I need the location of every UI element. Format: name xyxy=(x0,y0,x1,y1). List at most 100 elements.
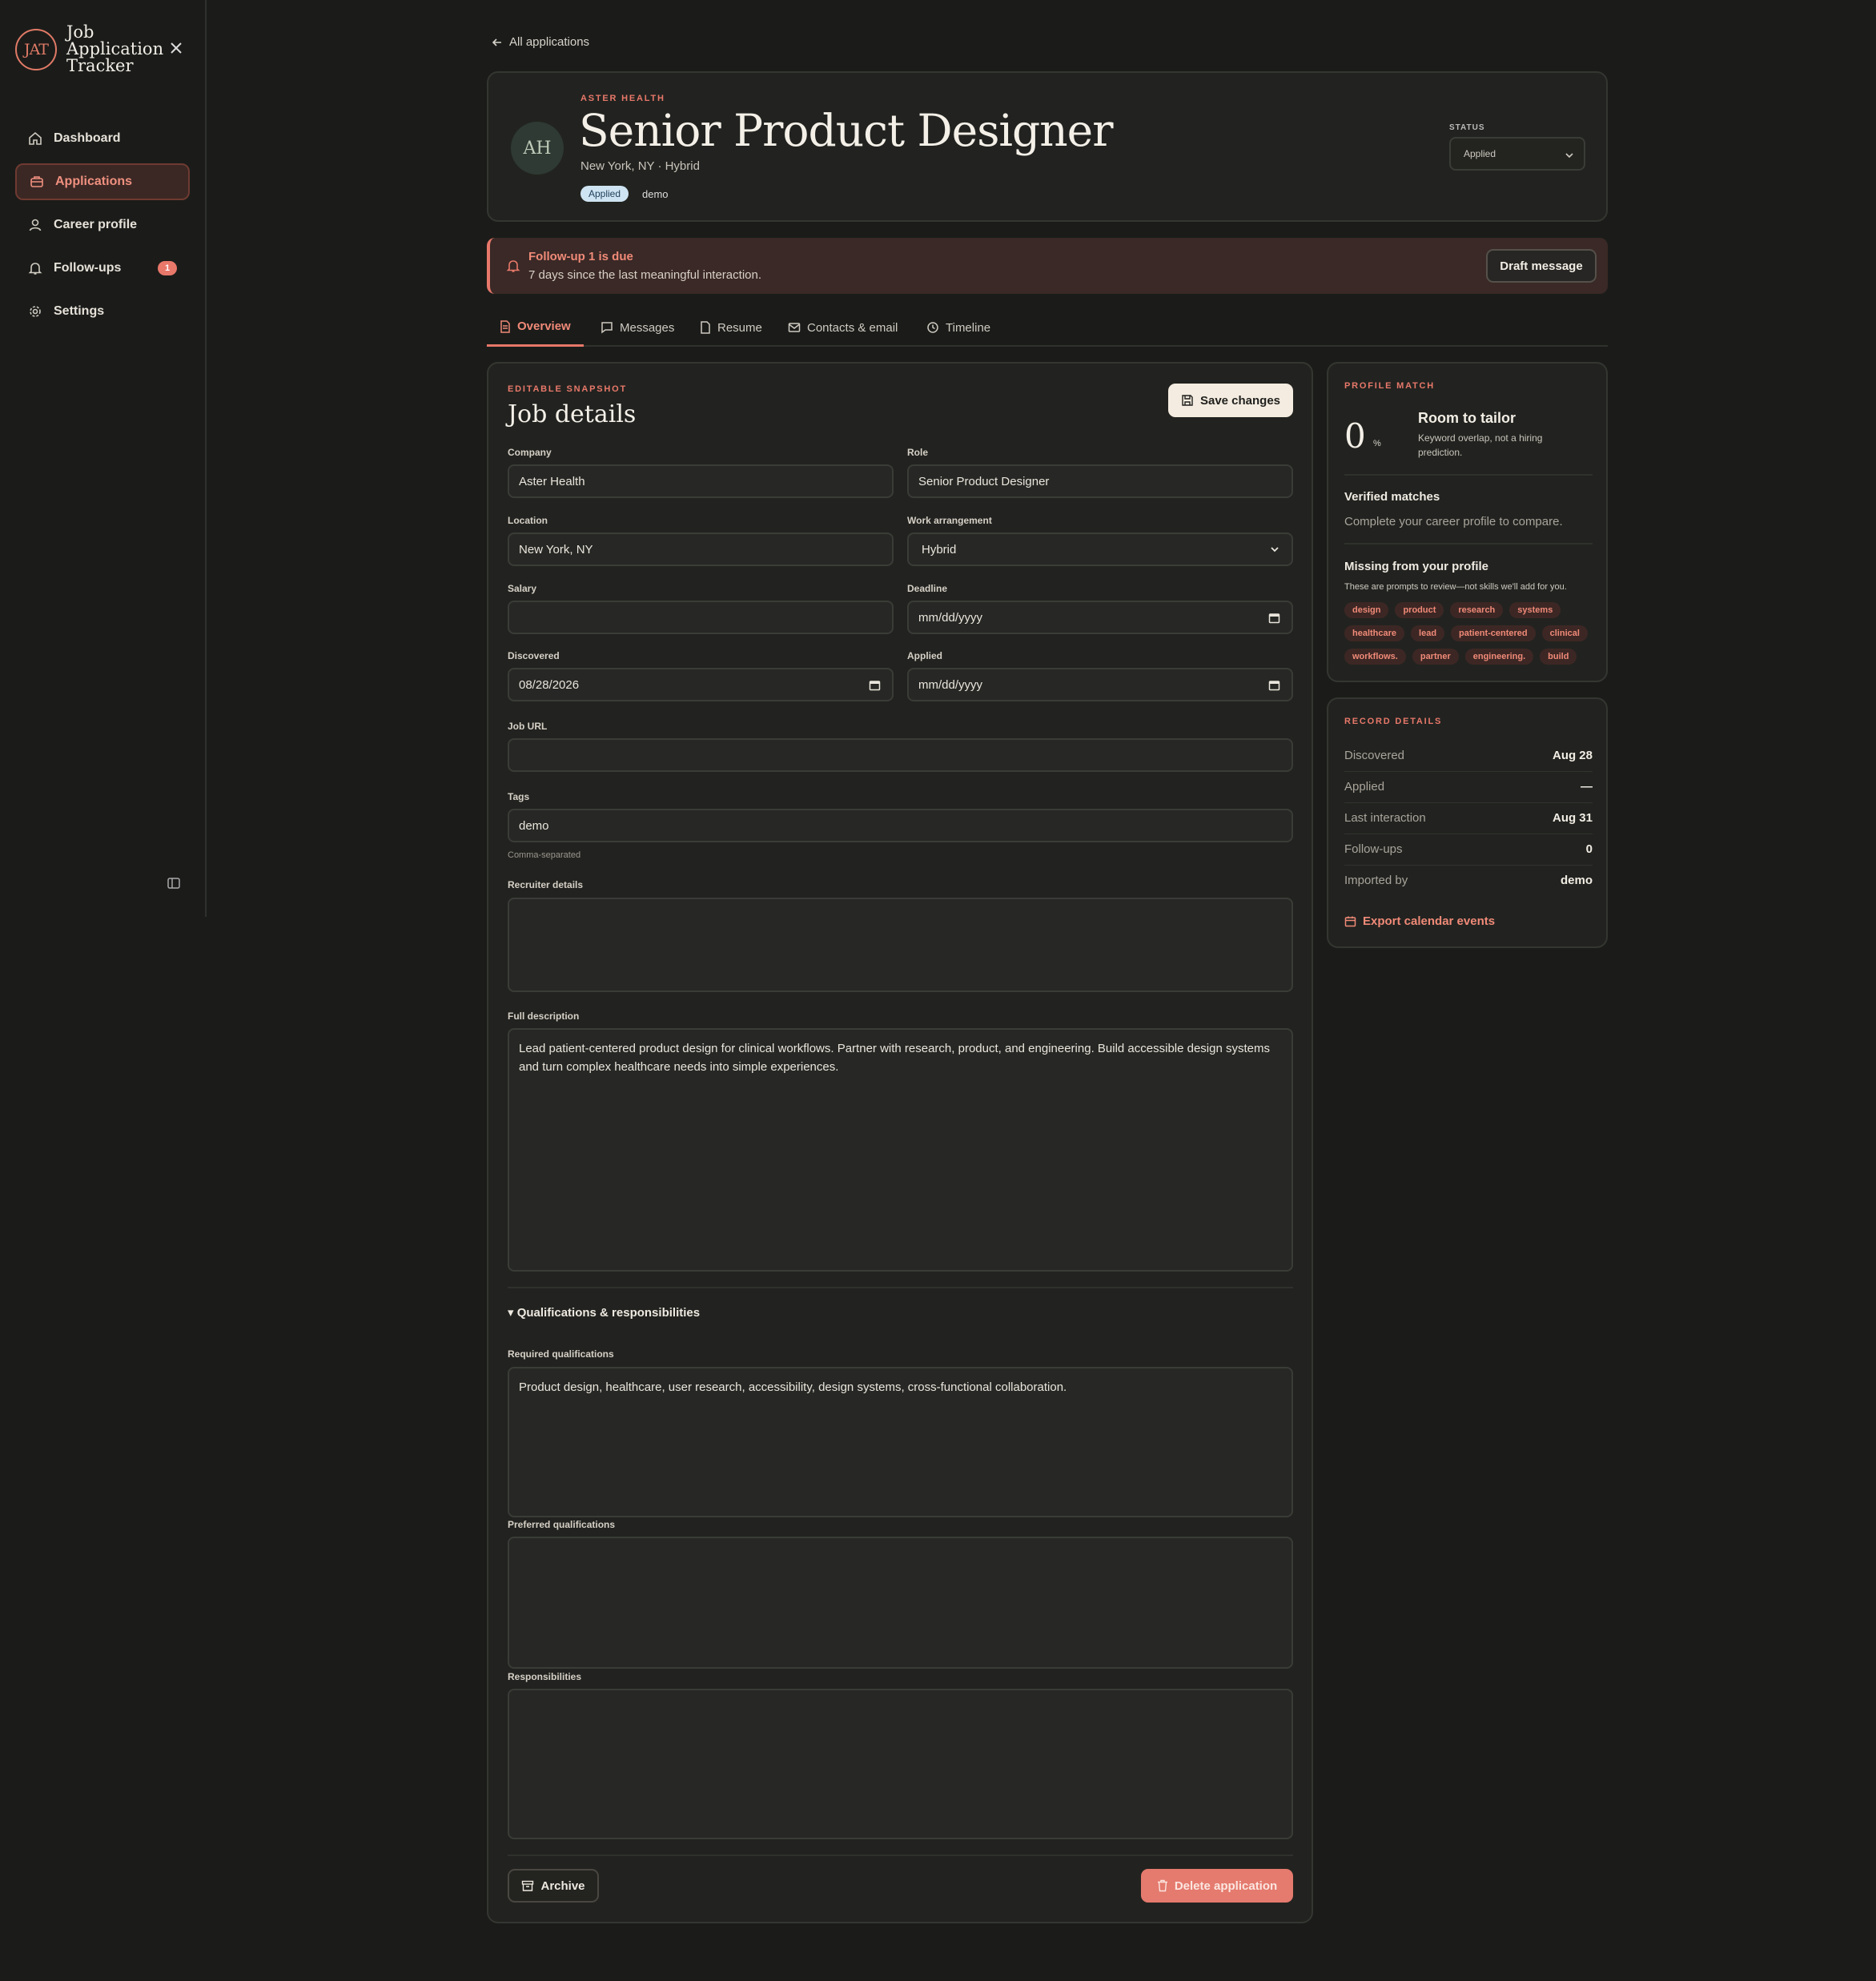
follow-up-alert: Follow-up 1 is due 7 days since the last… xyxy=(487,238,1608,294)
profile-match-eyebrow: PROFILE MATCH xyxy=(1344,381,1436,391)
sidebar-item-settings[interactable]: Settings xyxy=(15,293,190,330)
archive-icon xyxy=(522,1880,534,1891)
discovered-field[interactable]: 08/28/2026 xyxy=(508,668,894,701)
page-title: Senior Product Designer xyxy=(579,105,1113,156)
delete-application-button[interactable]: Delete application xyxy=(1141,1869,1293,1903)
record-row-discovered: Discovered Aug 28 xyxy=(1344,741,1593,772)
sidebar: JAT Job Application Tracker Dashboard Ap… xyxy=(0,0,207,917)
location-label: Location xyxy=(508,515,548,526)
calendar-icon[interactable] xyxy=(869,679,881,691)
collapse-sidebar-button[interactable] xyxy=(167,876,181,890)
chevron-down-icon xyxy=(1565,153,1573,159)
record-row-applied: Applied — xyxy=(1344,772,1593,803)
tab-resume[interactable]: Resume xyxy=(700,308,762,347)
location-field[interactable]: New York, NY xyxy=(508,532,894,566)
record-key: Imported by xyxy=(1344,874,1408,887)
sidebar-item-label: Applications xyxy=(55,175,133,188)
deadline-field[interactable]: mm/dd/yyyy xyxy=(907,601,1293,634)
record-row-imported-by: Imported by demo xyxy=(1344,866,1593,897)
alert-subtitle: 7 days since the last meaningful interac… xyxy=(528,268,761,282)
tab-messages[interactable]: Messages xyxy=(601,308,674,347)
match-score-unit: % xyxy=(1373,439,1381,448)
missing-keyword-chips: design product research systems healthca… xyxy=(1344,602,1601,672)
tab-label: Timeline xyxy=(946,320,991,335)
brand[interactable]: JAT Job Application Tracker xyxy=(15,24,163,74)
status-select-label: STATUS xyxy=(1449,123,1485,132)
calendar-icon[interactable] xyxy=(1268,612,1280,624)
qualifications-toggle[interactable]: ▾ Qualifications & responsibilities xyxy=(508,1305,700,1320)
delete-label: Delete application xyxy=(1174,1879,1278,1893)
tag-label: demo xyxy=(642,188,669,200)
applied-field[interactable]: mm/dd/yyyy xyxy=(907,668,1293,701)
document-icon xyxy=(500,319,510,333)
tags-field[interactable]: demo xyxy=(508,809,1293,842)
sidebar-item-follow-ups[interactable]: Follow-ups 1 xyxy=(15,250,190,287)
keyword-chip: engineering. xyxy=(1464,649,1534,665)
divider xyxy=(1344,543,1593,544)
recruiter-label: Recruiter details xyxy=(508,879,584,890)
close-sidebar-button[interactable] xyxy=(168,40,184,56)
job-url-label: Job URL xyxy=(508,721,548,732)
full-description-textarea[interactable]: Lead patient-centered product design for… xyxy=(508,1028,1293,1272)
back-to-applications-link[interactable]: All applications xyxy=(492,35,589,49)
responsibilities-textarea[interactable] xyxy=(508,1689,1293,1839)
record-value: — xyxy=(1581,780,1593,794)
user-icon xyxy=(29,219,42,231)
keyword-chip: workflows. xyxy=(1344,649,1406,665)
divider xyxy=(508,1854,1293,1856)
work-arrangement-select[interactable]: Hybrid xyxy=(907,532,1293,566)
job-url-field[interactable] xyxy=(508,738,1293,772)
save-button-label: Save changes xyxy=(1199,393,1281,408)
sidebar-item-label: Follow-ups xyxy=(54,261,122,275)
status-select-value: Applied xyxy=(1464,148,1496,159)
tab-label: Overview xyxy=(517,319,571,333)
keyword-chip: healthcare xyxy=(1344,625,1405,641)
tab-contacts-email[interactable]: Contacts & email xyxy=(788,308,898,347)
draft-message-button[interactable]: Draft message xyxy=(1486,249,1597,283)
divider xyxy=(1344,474,1593,476)
export-calendar-events-link[interactable]: Export calendar events xyxy=(1344,914,1495,928)
company-field[interactable]: Aster Health xyxy=(508,464,894,498)
required-qualifications-textarea[interactable]: Product design, healthcare, user researc… xyxy=(508,1367,1293,1517)
tab-label: Contacts & email xyxy=(807,320,898,335)
tab-bar: Overview Messages Resume Contacts & emai… xyxy=(487,308,1608,347)
tab-timeline[interactable]: Timeline xyxy=(926,308,990,347)
sidebar-item-label: Settings xyxy=(54,304,105,318)
responsibilities-label: Responsibilities xyxy=(508,1671,582,1682)
arrow-left-icon xyxy=(492,38,501,46)
company-name: ASTER HEALTH xyxy=(580,94,665,103)
record-details-card: RECORD DETAILS Discovered Aug 28 Applied… xyxy=(1327,697,1608,948)
role-label: Role xyxy=(907,447,929,458)
save-changes-button[interactable]: Save changes xyxy=(1168,384,1293,417)
preferred-qualifications-textarea[interactable] xyxy=(508,1537,1293,1669)
required-label: Required qualifications xyxy=(508,1348,614,1360)
recruiter-details-textarea[interactable] xyxy=(508,898,1293,992)
deadline-value: mm/dd/yyyy xyxy=(918,610,983,625)
status-select[interactable]: Applied xyxy=(1449,137,1585,171)
section-title: Job details xyxy=(508,400,637,428)
sidebar-item-dashboard[interactable]: Dashboard xyxy=(15,120,190,157)
verified-matches-heading: Verified matches xyxy=(1344,490,1440,504)
export-label: Export calendar events xyxy=(1363,914,1496,928)
tags-hint: Comma-separated xyxy=(508,850,581,860)
applied-value: mm/dd/yyyy xyxy=(918,677,983,692)
keyword-chip: product xyxy=(1395,602,1444,618)
archive-button[interactable]: Archive xyxy=(508,1869,599,1903)
profile-match-card: PROFILE MATCH 0 % Room to tailor Keyword… xyxy=(1327,362,1608,682)
calendar-icon[interactable] xyxy=(1268,679,1280,691)
mail-icon xyxy=(788,323,801,332)
sidebar-item-career-profile[interactable]: Career profile xyxy=(15,207,190,243)
keyword-chip: lead xyxy=(1411,625,1445,641)
bell-icon xyxy=(506,260,520,272)
archive-label: Archive xyxy=(540,1879,585,1893)
role-field[interactable]: Senior Product Designer xyxy=(907,464,1293,498)
salary-field[interactable] xyxy=(508,601,894,634)
keyword-chip: design xyxy=(1344,602,1389,618)
tab-overview[interactable]: Overview xyxy=(487,308,584,347)
sidebar-item-applications[interactable]: Applications xyxy=(15,163,190,200)
close-icon xyxy=(171,42,182,54)
discovered-value: 08/28/2026 xyxy=(519,677,580,692)
applied-label: Applied xyxy=(907,650,942,661)
record-value: demo xyxy=(1560,874,1593,887)
record-key: Follow-ups xyxy=(1344,842,1403,856)
